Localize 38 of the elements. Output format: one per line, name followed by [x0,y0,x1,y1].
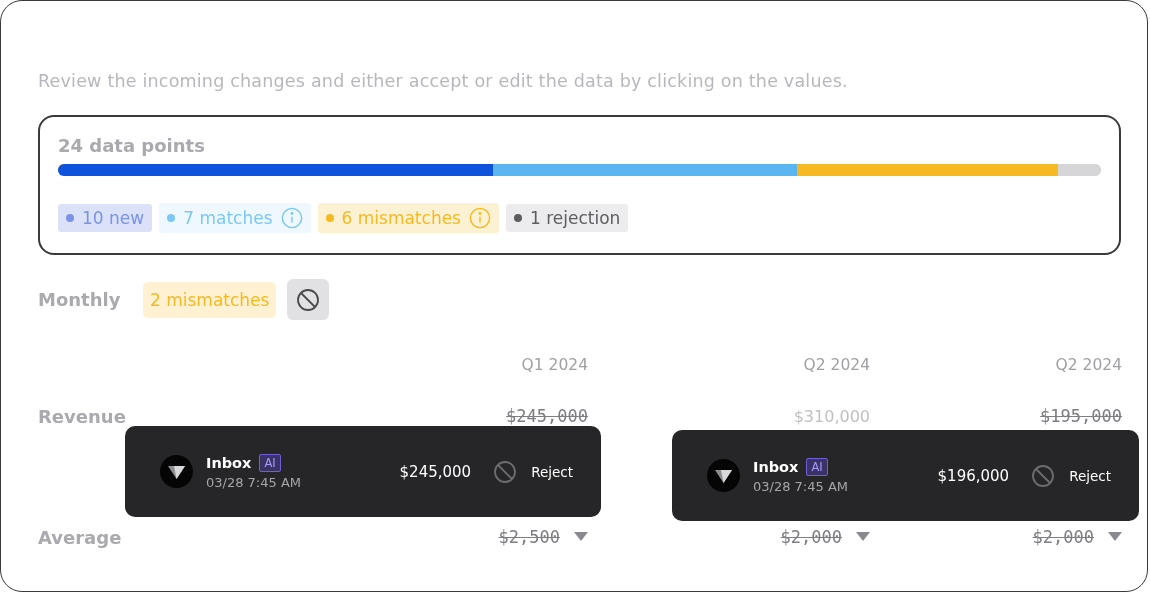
caret-icon[interactable] [1108,532,1122,542]
source-avatar-icon [707,459,740,492]
card-title: 24 data points [58,135,206,156]
row-label: Revenue [38,405,126,427]
reject-button[interactable]: Reject [1031,463,1111,488]
ai-tag: AI [259,453,281,472]
instructions-text: Review the incoming changes and either accept or edit the data by clicking on the values. [38,71,849,91]
reject-button[interactable]: Reject [493,459,573,484]
block-icon [1031,463,1056,488]
caret-icon[interactable] [574,532,588,542]
section-title: Monthly [38,289,122,310]
source-name: Inbox [753,458,799,475]
column-header: Q2 2024 [802,356,870,376]
column-header: Q1 2024 [520,356,588,376]
column-header: Q2 2024 [1054,356,1122,376]
caret-icon[interactable] [856,532,870,542]
suggested-value: $196,000 [937,466,1010,485]
cell-value[interactable]: $2,500 [498,527,560,547]
status-label: 1 rejection [530,208,621,228]
cell-value[interactable]: $245,000 [506,406,588,426]
cell-value[interactable]: $195,000 [1040,406,1122,426]
timestamp: 03/28 7:45 AM [753,478,850,494]
suggested-value: $245,000 [399,462,472,481]
status-chip[interactable]: 10 new [58,204,153,232]
cell-value[interactable]: $2,000 [1032,527,1094,547]
block-icon [296,287,321,312]
status-label: 6 mismatches [341,208,461,228]
status-label: 7 matches [183,208,273,228]
cell-value[interactable]: $2,000 [780,527,842,547]
reject-all-button[interactable] [287,279,330,320]
block-icon [493,459,518,484]
status-label: 10 new [82,208,145,228]
status-chip[interactable]: 1 rejection [506,204,629,232]
source-avatar-icon [160,455,193,488]
timestamp: 03/28 7:45 AM [206,474,303,490]
source-name: Inbox [206,454,252,471]
row-label: Average [38,526,122,548]
ai-tag: AI [806,457,828,476]
